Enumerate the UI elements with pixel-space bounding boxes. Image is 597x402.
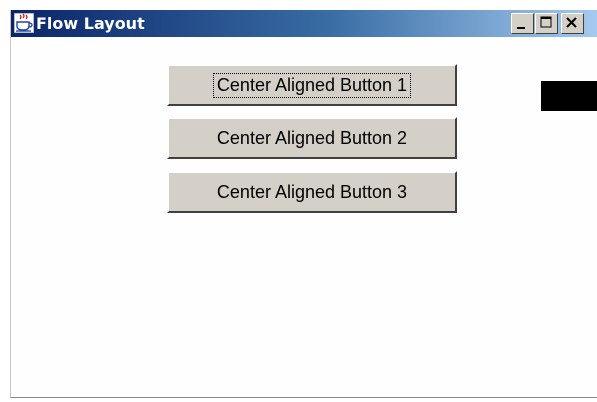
center-aligned-button-1[interactable]: Center Aligned Button 1 <box>167 64 457 106</box>
maximize-icon <box>540 16 552 28</box>
minimize-icon <box>517 27 525 29</box>
window-title: Flow Layout <box>36 14 145 33</box>
app-window: Flow Layout Center Aligned Button 1 Cent… <box>10 10 597 398</box>
content-pane: Center Aligned Button 1 Center Aligned B… <box>11 37 597 397</box>
button-label: Center Aligned Button 1 <box>212 72 412 98</box>
close-button[interactable] <box>561 13 584 34</box>
center-aligned-button-2[interactable]: Center Aligned Button 2 <box>167 117 457 159</box>
black-block <box>541 81 597 111</box>
title-bar[interactable]: Flow Layout <box>11 10 597 37</box>
close-icon <box>566 17 577 28</box>
minimize-button[interactable] <box>511 13 534 34</box>
button-label: Center Aligned Button 2 <box>216 127 408 148</box>
maximize-button[interactable] <box>535 13 558 34</box>
java-coffee-cup-icon[interactable] <box>13 12 35 34</box>
button-label: Center Aligned Button 3 <box>216 181 408 202</box>
center-aligned-button-3[interactable]: Center Aligned Button 3 <box>167 171 457 213</box>
